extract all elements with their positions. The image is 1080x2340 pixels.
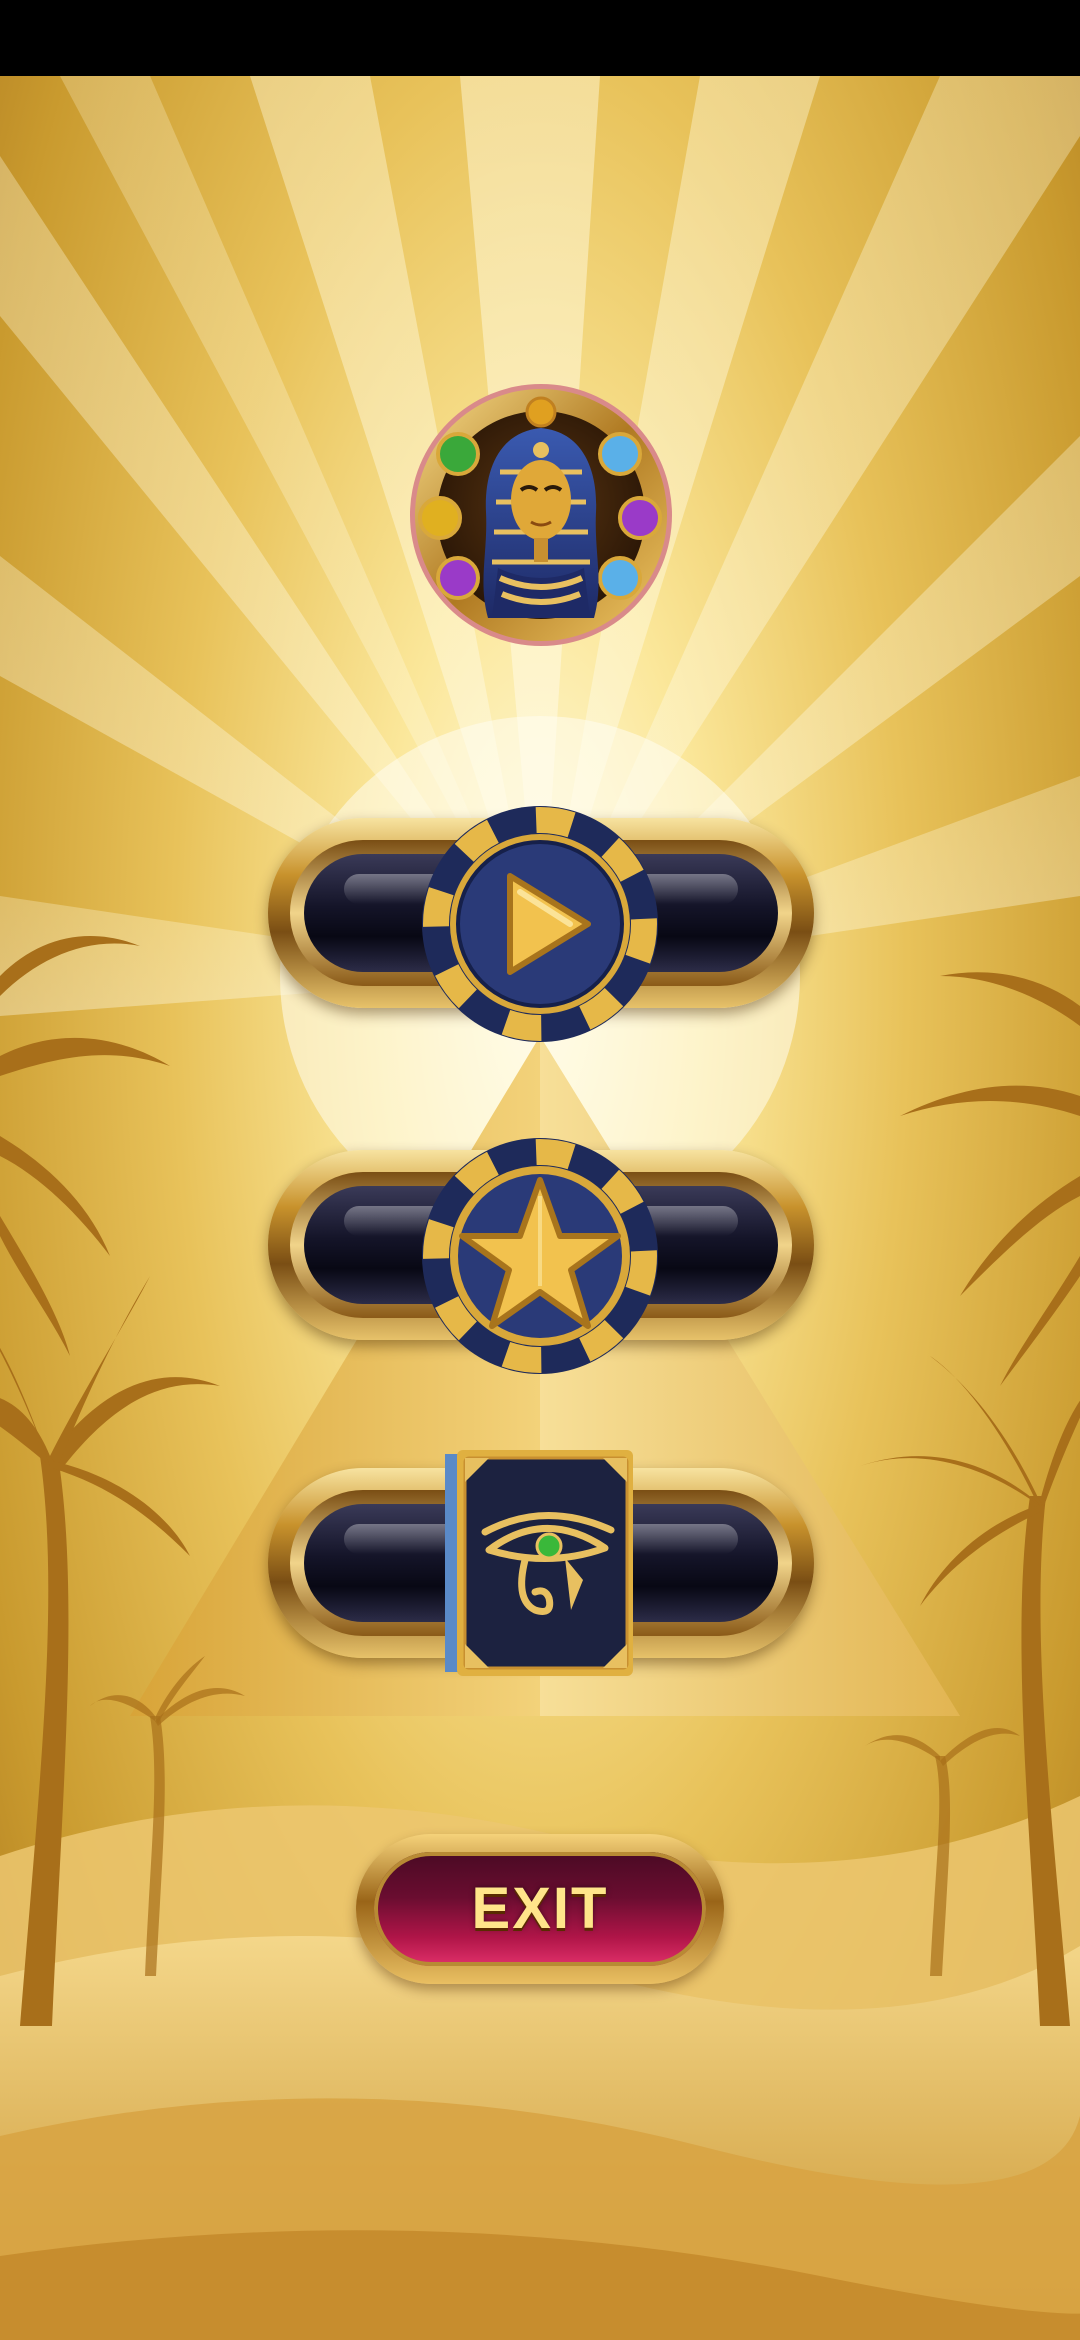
exit-button-label: EXIT xyxy=(471,1876,609,1941)
status-bar xyxy=(0,0,1080,76)
rate-button[interactable] xyxy=(268,1136,814,1374)
exit-button[interactable]: EXIT xyxy=(356,1834,724,1984)
pharaoh-medallion-icon xyxy=(410,384,672,646)
star-icon xyxy=(422,1138,658,1374)
eye-of-horus-book-icon xyxy=(445,1450,633,1676)
rules-button[interactable] xyxy=(268,1450,814,1676)
play-icon xyxy=(422,806,658,1042)
play-button[interactable] xyxy=(268,804,814,1042)
game-menu-scene: EXIT xyxy=(0,76,1080,2340)
